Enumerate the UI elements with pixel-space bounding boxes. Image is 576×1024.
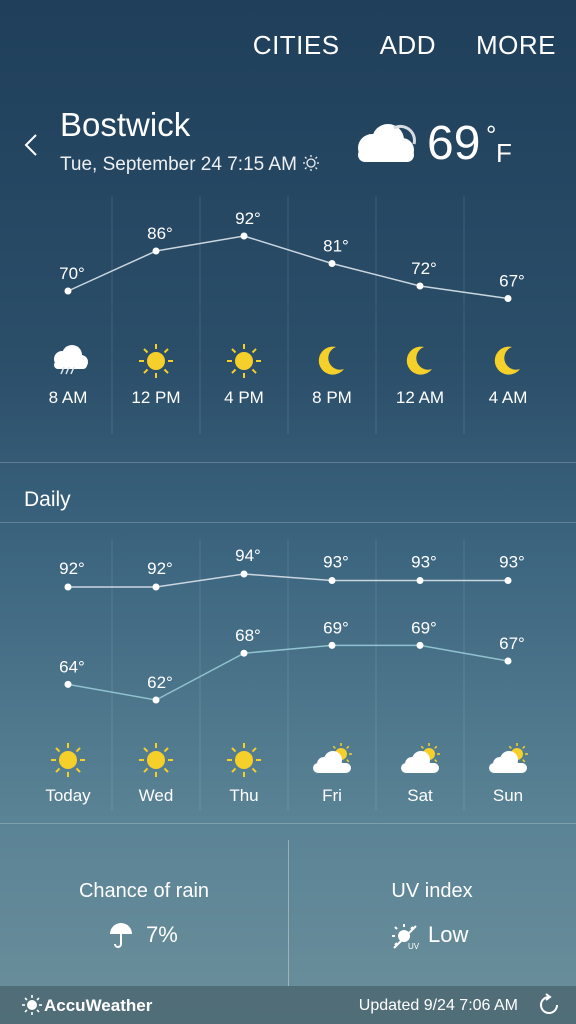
daily-low-label: 69°: [411, 618, 437, 637]
hourly-temp-label: 92°: [235, 209, 261, 228]
daily-low-point: [240, 649, 248, 657]
footer-bar: AccuWeather Updated 9/24 7:06 AM: [0, 986, 576, 1024]
hourly-temp-point: [240, 232, 248, 240]
daily-day-label: Wed: [139, 786, 174, 805]
umbrella-icon: [110, 923, 132, 948]
daily-high-point: [240, 570, 248, 578]
hourly-forecast-chart[interactable]: 70° 8 AM 86° 12 PM 92° 4 PM 81° 8 PM 72° 12 AM 67°…: [0, 196, 576, 466]
svg-text:UV: UV: [408, 942, 420, 950]
hourly-time-label: 12 AM: [396, 388, 444, 407]
partly-cloudy-icon: [401, 743, 440, 773]
section-divider: [0, 462, 576, 463]
daily-low-point: [504, 657, 512, 665]
daily-heading: Daily: [24, 488, 71, 511]
daily-high-point: [64, 583, 72, 591]
daily-high-label: 93°: [411, 553, 437, 572]
uv-index-label: UV index: [391, 880, 473, 902]
daily-high-point: [504, 577, 512, 584]
hourly-temp-label: 70°: [59, 264, 85, 283]
hourly-time-label: 4 AM: [489, 388, 528, 407]
hourly-temp-label: 81°: [323, 237, 349, 256]
daily-low-label: 67°: [499, 634, 525, 653]
date-time: Tue, September 24 7:15 AM: [60, 154, 320, 176]
daily-day-label: Fri: [322, 786, 342, 805]
cloud-icon: [358, 124, 416, 162]
sun-icon: [227, 743, 261, 777]
more-button[interactable]: MORE: [476, 30, 556, 61]
daily-day-label: Sun: [493, 786, 523, 805]
hourly-temp-point: [504, 295, 512, 302]
daily-low-point: [328, 641, 336, 649]
hourly-time-label: 12 PM: [131, 388, 180, 407]
daily-high-label: 92°: [59, 559, 85, 578]
daily-high-label: 92°: [147, 559, 173, 578]
daily-high-label: 93°: [323, 553, 349, 572]
chance-of-rain-value: 7%: [146, 922, 178, 947]
hourly-temp-point: [328, 260, 336, 267]
daily-day-label: Thu: [229, 786, 258, 805]
sun-icon: [139, 743, 173, 777]
daily-low-label: 69°: [323, 618, 349, 637]
daily-high-label: 93°: [499, 553, 525, 572]
moon-icon: [494, 346, 520, 375]
partly-cloudy-icon: [313, 743, 352, 773]
current-temperature: 69: [427, 117, 481, 170]
hourly-temp-point: [152, 247, 160, 255]
partly-cloudy-icon: [489, 743, 528, 773]
temperature-unit: F: [496, 138, 512, 168]
hourly-temp-label: 86°: [147, 224, 173, 243]
back-chevron-icon[interactable]: [20, 130, 44, 160]
section-divider: [0, 522, 576, 523]
details-panel: Chance of rain 7% UV index UV Low: [0, 824, 576, 986]
hourly-time-label: 4 PM: [224, 388, 264, 407]
chance-of-rain-label: Chance of rain: [78, 880, 210, 902]
daily-low-label: 62°: [147, 673, 173, 692]
hourly-temp-point: [64, 287, 72, 295]
panel-divider: [288, 840, 289, 986]
uv-index-value: Low: [428, 922, 469, 947]
moon-icon: [406, 346, 432, 375]
uv-sun-icon: UV: [392, 924, 420, 950]
sun-icon: [51, 743, 85, 777]
daily-day-label: Today: [45, 786, 91, 805]
hourly-time-label: 8 AM: [49, 388, 88, 407]
updated-time: Updated 9/24 7:06 AM: [358, 997, 518, 1014]
daily-low-point: [152, 696, 160, 704]
date-time-text: Tue, September 24 7:15 AM: [60, 154, 297, 175]
hourly-time-label: 8 PM: [312, 388, 352, 407]
hourly-temp-label: 72°: [411, 259, 437, 278]
accuweather-brand[interactable]: AccuWeather: [44, 996, 152, 1016]
rain-cloud-icon: [54, 345, 88, 375]
sun-icon: [139, 344, 173, 378]
degree-symbol: °: [486, 120, 497, 150]
daily-low-point: [64, 680, 72, 688]
daily-high-label: 94°: [235, 546, 261, 565]
sunrise-icon: [303, 155, 320, 171]
daily-high-point: [416, 577, 424, 584]
daily-forecast-chart[interactable]: 92° 64° Today 92° 62° Wed 94° 68° Thu 93° 69° Fri 93…: [0, 530, 576, 820]
moon-icon: [318, 346, 344, 375]
daily-low-label: 64°: [59, 657, 85, 676]
daily-low-point: [416, 641, 424, 649]
daily-high-point: [152, 583, 160, 591]
cities-button[interactable]: CITIES: [253, 30, 340, 61]
hourly-temp-label: 67°: [499, 272, 525, 291]
add-button[interactable]: ADD: [380, 30, 436, 61]
accuweather-logo-icon: [22, 995, 42, 1015]
hourly-temp-point: [416, 282, 424, 290]
daily-day-label: Sat: [407, 786, 433, 805]
city-name: Bostwick: [60, 106, 191, 143]
daily-low-label: 68°: [235, 626, 261, 645]
top-menu: CITIES ADD MORE: [253, 30, 556, 61]
refresh-icon[interactable]: [536, 992, 562, 1018]
sun-icon: [227, 344, 261, 378]
daily-high-point: [328, 577, 336, 584]
